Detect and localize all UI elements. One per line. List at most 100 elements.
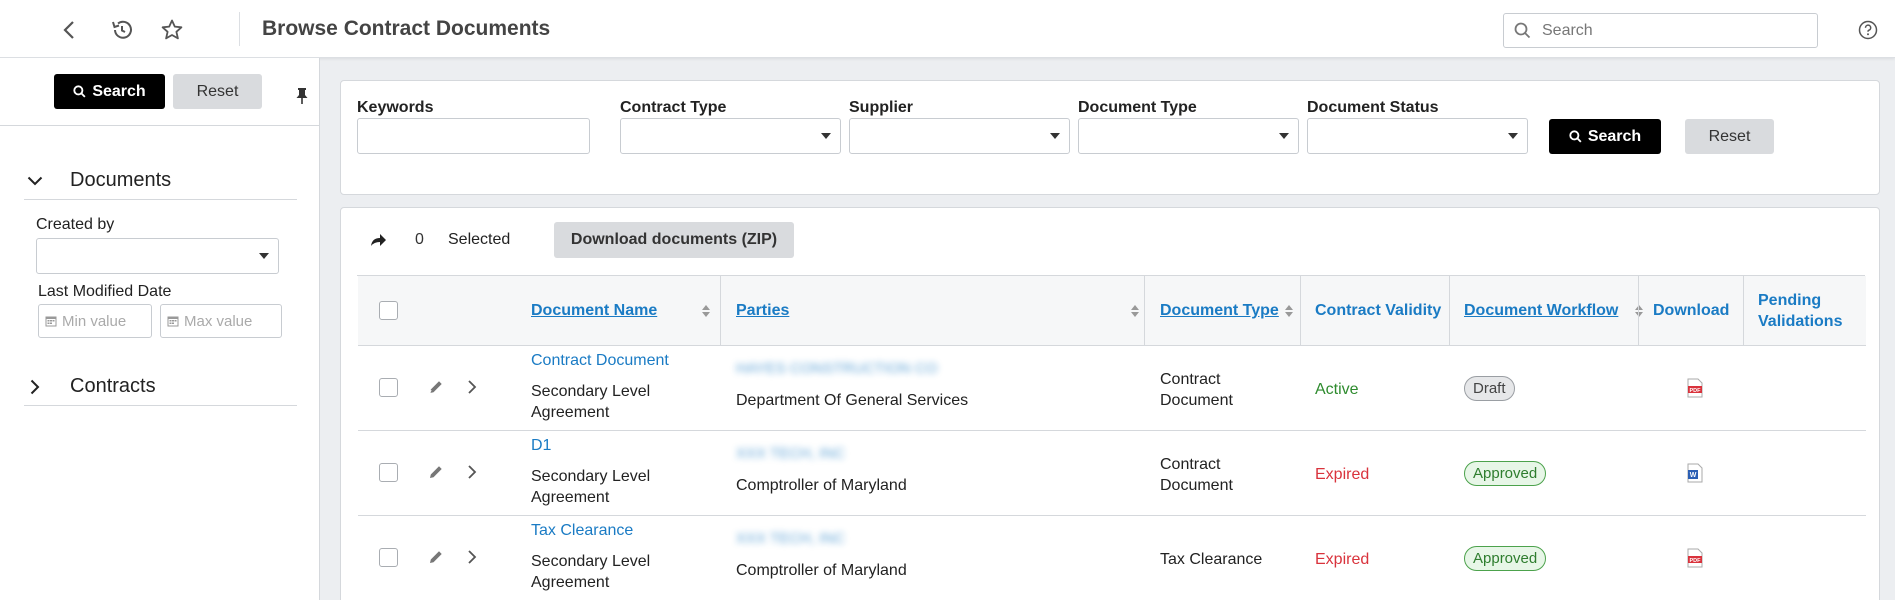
results-panel: 0 Selected Download documents (ZIP) Docu… — [340, 207, 1880, 600]
chevron-right-icon[interactable] — [467, 549, 477, 570]
star-icon[interactable] — [159, 17, 185, 43]
word-file-icon[interactable]: W — [1686, 463, 1704, 488]
global-search-input[interactable] — [1542, 20, 1810, 42]
history-icon[interactable] — [109, 17, 135, 43]
supplier-name-redacted[interactable]: XXX TECH, INC — [736, 445, 845, 462]
contract-validity-status: Expired — [1315, 551, 1370, 568]
contract-type-line1: Secondary Level — [531, 553, 651, 570]
pin-icon[interactable] — [295, 87, 309, 110]
column-document-type[interactable]: Document Type — [1160, 276, 1300, 346]
selected-label: Selected — [448, 231, 511, 248]
contracts-section-title: Contracts — [70, 375, 156, 397]
document-status-label: Document Status — [1307, 99, 1439, 116]
search-icon — [1514, 22, 1531, 44]
created-by-select[interactable] — [36, 238, 279, 274]
document-name-link[interactable]: D1 — [531, 437, 551, 455]
download-zip-button[interactable]: Download documents (ZIP) — [554, 222, 794, 258]
created-by-label: Created by — [36, 216, 115, 233]
pencil-edit-icon[interactable] — [428, 379, 444, 400]
svg-text:PDF: PDF — [1690, 388, 1702, 394]
supplier-select[interactable] — [849, 118, 1070, 154]
keywords-input[interactable] — [357, 118, 590, 154]
document-type-select[interactable] — [1078, 118, 1299, 154]
filter-reset-button[interactable]: Reset — [1685, 119, 1774, 154]
workflow-status-badge: Approved — [1464, 546, 1547, 571]
sidebar-search-label: Search — [92, 82, 146, 100]
select-all-checkbox[interactable] — [379, 301, 398, 320]
workflow-status-badge: Approved — [1464, 461, 1547, 486]
column-divider — [1144, 276, 1145, 346]
document-type-label: Document Type — [1078, 99, 1197, 116]
contract-type-line1: Secondary Level — [531, 383, 651, 400]
document-status-select[interactable] — [1307, 118, 1528, 154]
document-name-link[interactable]: Contract Document — [531, 352, 669, 370]
column-divider — [720, 276, 721, 346]
sort-icon — [701, 304, 711, 323]
doc-type-line2: Document — [1160, 477, 1233, 494]
pdf-file-icon[interactable]: PDF — [1686, 548, 1704, 573]
column-document-workflow[interactable]: Document Workflow — [1464, 276, 1650, 346]
header-divider — [239, 12, 240, 46]
global-search[interactable] — [1503, 13, 1818, 48]
table-row: Contract Document Secondary Level Agreem… — [358, 346, 1866, 431]
contract-type-line2: Agreement — [531, 574, 610, 591]
supplier-name-redacted[interactable]: XXX TECH, INC — [736, 530, 845, 547]
selected-count: 0 — [415, 231, 424, 248]
pencil-edit-icon[interactable] — [428, 464, 444, 485]
last-modified-label: Last Modified Date — [38, 283, 172, 300]
chevron-down-icon — [24, 176, 46, 186]
workflow-status-badge: Draft — [1464, 376, 1515, 401]
column-pending-validations: Pending Validations — [1758, 276, 1858, 346]
calendar-icon — [167, 316, 179, 327]
documents-section-toggle[interactable]: Documents — [24, 162, 297, 200]
row-checkbox[interactable] — [379, 463, 398, 482]
column-document-workflow-label: Document Workflow — [1464, 302, 1619, 319]
column-document-type-label: Document Type — [1160, 302, 1279, 319]
column-divider — [1300, 276, 1301, 346]
filter-search-label: Search — [1587, 127, 1642, 145]
party-name: Comptroller of Maryland — [736, 477, 907, 494]
sort-icon — [1130, 304, 1140, 323]
contract-type-line2: Agreement — [531, 489, 610, 506]
sidebar-reset-button[interactable]: Reset — [173, 74, 262, 109]
share-arrow-icon[interactable] — [369, 232, 387, 253]
caret-down-icon — [1279, 133, 1289, 139]
column-document-name-label: Document Name — [531, 302, 658, 319]
svg-text:PDF: PDF — [1690, 558, 1702, 564]
back-arrow-icon[interactable] — [56, 17, 82, 43]
contract-validity-status: Active — [1315, 381, 1359, 398]
chevron-right-icon[interactable] — [467, 464, 477, 485]
pencil-edit-icon[interactable] — [428, 549, 444, 570]
calendar-icon — [45, 316, 57, 327]
column-document-name[interactable]: Document Name — [531, 276, 717, 346]
row-checkbox[interactable] — [379, 548, 398, 567]
sidebar-search-button[interactable]: Search — [54, 74, 165, 109]
doc-type-line2: Document — [1160, 392, 1233, 409]
search-icon — [73, 85, 86, 98]
pdf-file-icon[interactable]: PDF — [1686, 378, 1704, 403]
column-contract-validity: Contract Validity — [1315, 302, 1442, 319]
modified-min-input[interactable]: Min value — [38, 304, 152, 338]
party-name: Comptroller of Maryland — [736, 562, 907, 579]
caret-down-icon — [1508, 133, 1518, 139]
modified-max-input[interactable]: Max value — [160, 304, 282, 338]
row-checkbox[interactable] — [379, 378, 398, 397]
help-icon[interactable] — [1858, 20, 1878, 45]
filter-search-button[interactable]: Search — [1549, 119, 1661, 154]
doc-type-line1: Contract — [1160, 371, 1221, 388]
contract-validity-status: Expired — [1315, 466, 1370, 483]
contracts-section-toggle[interactable]: Contracts — [24, 368, 297, 406]
sort-icon — [1284, 304, 1294, 323]
party-name: Department Of General Services — [736, 392, 969, 409]
chevron-right-icon[interactable] — [467, 379, 477, 400]
supplier-name-redacted[interactable]: HAYES CONSTRUCTION CO — [736, 360, 937, 377]
contract-type-select[interactable] — [620, 118, 841, 154]
supplier-label: Supplier — [849, 99, 914, 116]
column-parties[interactable]: Parties — [736, 276, 1146, 346]
caret-down-icon — [1050, 133, 1060, 139]
search-icon — [1569, 130, 1582, 143]
contract-type-line2: Agreement — [531, 404, 610, 421]
document-name-link[interactable]: Tax Clearance — [531, 522, 633, 540]
pending-label-line2: Validations — [1758, 313, 1843, 330]
filter-sidebar: Search Reset Documents Created by Last M… — [0, 58, 320, 600]
